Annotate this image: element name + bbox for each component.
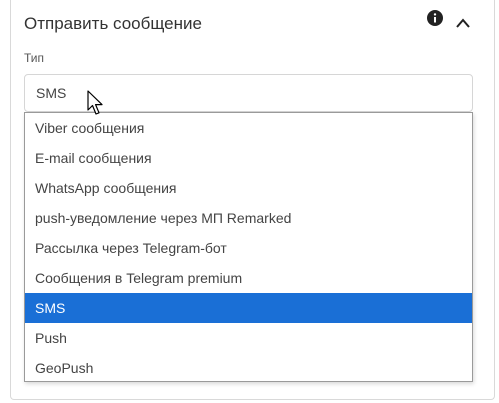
- mouse-cursor-icon: [87, 90, 103, 115]
- option-whatsapp[interactable]: WhatsApp сообщения: [25, 173, 472, 203]
- option-geopush[interactable]: GeoPush: [25, 353, 472, 383]
- option-push[interactable]: Push: [25, 323, 472, 353]
- chevron-up-icon[interactable]: [455, 17, 471, 29]
- type-select-value: SMS: [36, 85, 67, 101]
- panel-title: Отправить сообщение: [24, 14, 202, 33]
- option-email[interactable]: E-mail сообщения: [25, 143, 472, 173]
- option-telegram-bot[interactable]: Рассылка через Telegram-бот: [25, 233, 472, 263]
- option-sms[interactable]: SMS: [25, 293, 472, 323]
- option-viber[interactable]: Viber сообщения: [25, 113, 472, 143]
- info-icon[interactable]: [427, 10, 443, 26]
- type-field-label: Тип: [24, 51, 45, 65]
- type-dropdown-list: Viber сообщения E-mail сообщения WhatsAp…: [24, 112, 473, 382]
- option-telegram-premium[interactable]: Сообщения в Telegram premium: [25, 263, 472, 293]
- option-push-remarked[interactable]: push-уведомление через МП Remarked: [25, 203, 472, 233]
